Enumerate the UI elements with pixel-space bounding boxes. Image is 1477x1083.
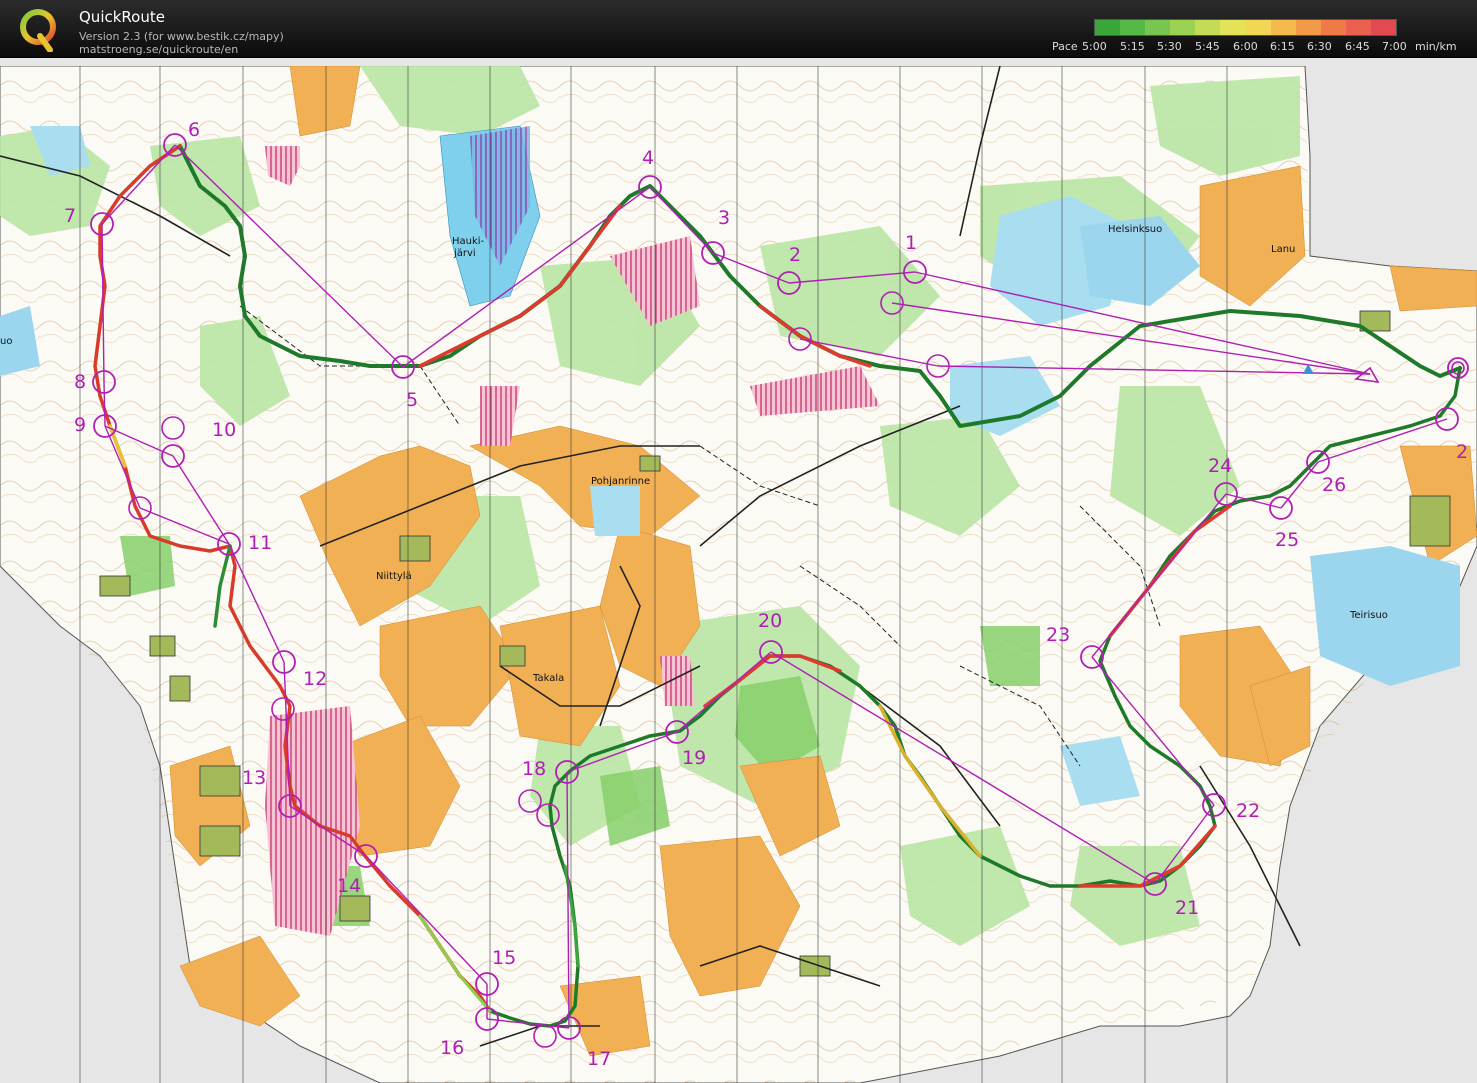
place-name: uo [0, 336, 12, 347]
app-header: QuickRoute Version 2.3 (for www.bestik.c… [0, 0, 1477, 58]
place-name: Helsinksuo [1108, 224, 1162, 235]
quickroute-q-logo [20, 9, 56, 52]
control-number: 4 [642, 147, 654, 169]
control-number: 16 [440, 1037, 464, 1059]
pace-color-scale [1094, 19, 1397, 36]
pace-tick: 5:45 [1195, 40, 1220, 53]
control-number: 7 [64, 205, 76, 227]
place-name: järvi [453, 248, 476, 259]
pace-color-cell [1220, 20, 1246, 35]
control-number: 11 [248, 532, 272, 554]
pace-color-cell [1270, 20, 1296, 35]
place-name: Takala [532, 673, 564, 684]
pace-unit: min/km [1415, 40, 1457, 53]
pace-tick: 6:30 [1307, 40, 1332, 53]
control-number: 21 [1175, 897, 1199, 919]
app-title: QuickRoute [79, 8, 165, 26]
pace-color-cell [1370, 20, 1396, 35]
control-number: 6 [188, 119, 200, 141]
control-number: 8 [74, 371, 86, 393]
pace-tick: 5:00 [1082, 40, 1107, 53]
control-number: 3 [718, 207, 730, 229]
control-number: 5 [406, 389, 418, 411]
place-name: Pohjanrinne [591, 476, 650, 487]
pace-color-cell [1345, 20, 1371, 35]
place-name: Teirisuo [1349, 610, 1388, 621]
pace-color-cell [1170, 20, 1196, 35]
pace-tick: 6:00 [1233, 40, 1258, 53]
control-number: 19 [682, 747, 706, 769]
place-name: Hauki- [452, 236, 485, 247]
pace-color-cell [1095, 20, 1121, 35]
map-canvas[interactable]: 123456789 10111213141516 1718 1920212223242… [0, 66, 1477, 1083]
app-version: Version 2.3 (for www.bestik.cz/mapy) [79, 30, 284, 43]
control-number: 24 [1208, 455, 1232, 477]
control-number: 13 [242, 767, 266, 789]
control-number: 20 [758, 610, 782, 632]
control-number: 12 [303, 668, 327, 690]
control-number: 26 [1322, 474, 1346, 496]
control-number: 15 [492, 947, 516, 969]
pace-color-cell [1145, 20, 1171, 35]
control-number: 10 [212, 419, 236, 441]
control-number: 9 [74, 414, 86, 436]
pace-tick: 6:45 [1345, 40, 1370, 53]
app-url[interactable]: matstroeng.se/quickroute/en [79, 43, 238, 56]
pace-tick: 6:15 [1270, 40, 1295, 53]
pace-color-cell [1320, 20, 1346, 35]
control-number: 18 [522, 758, 546, 780]
orienteering-map[interactable]: 1 2 3 4 5 6 7 8 9 10 11 12 13 14 15 16 17 18 19 20 21 22 23 24 2… [0, 66, 1477, 1083]
pace-tick: 5:15 [1120, 40, 1145, 53]
course-leg [103, 381, 106, 427]
pace-color-cell [1120, 20, 1146, 35]
control-number: 14 [337, 875, 361, 897]
control-number: 2 [1456, 441, 1468, 463]
pace-color-cell [1245, 20, 1271, 35]
pace-color-cell [1195, 20, 1221, 35]
place-name: Niittylä [376, 571, 412, 582]
pace-tick: 5:30 [1157, 40, 1182, 53]
control-number: 23 [1046, 624, 1070, 646]
control-number: 25 [1275, 529, 1299, 551]
control-number: 22 [1236, 800, 1260, 822]
pace-tick: 7:00 [1382, 40, 1407, 53]
control-number: 1 [905, 232, 917, 254]
pace-label-prefix: Pace [1052, 40, 1078, 53]
control-number: 17 [587, 1048, 611, 1070]
place-name: Lanu [1271, 244, 1295, 255]
pace-color-cell [1295, 20, 1321, 35]
control-number: 2 [789, 244, 801, 266]
